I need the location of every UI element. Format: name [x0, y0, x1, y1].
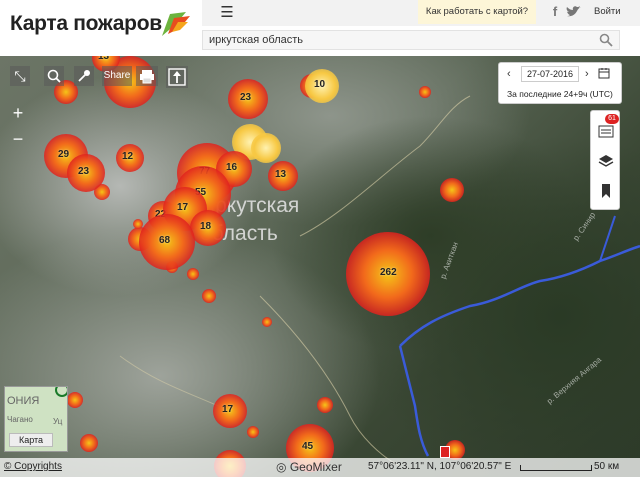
- logo-text: Карта пожаров: [10, 12, 162, 35]
- fire-marker[interactable]: [440, 178, 464, 202]
- minimap-marker: [55, 387, 67, 397]
- fires-count-badge: 61: [605, 114, 619, 124]
- date-input[interactable]: 27-07-2016: [521, 66, 579, 82]
- copyright-link[interactable]: © Copyrights: [4, 461, 62, 472]
- fire-count-label: 17: [177, 202, 189, 213]
- minimap-label[interactable]: Карта: [9, 433, 53, 447]
- search-value: иркутская область: [209, 34, 304, 46]
- fire-marker[interactable]: [202, 289, 216, 303]
- fire-marker[interactable]: [262, 317, 272, 327]
- header: Карта пожаров ☰ Как работать с картой? f…: [0, 0, 640, 56]
- map-search-icon[interactable]: [44, 66, 64, 86]
- howto-button[interactable]: Как работать с картой?: [418, 0, 536, 24]
- fire-count-label: 13: [275, 169, 287, 180]
- minimap-text-3: Уц: [53, 417, 63, 426]
- fire-count-label: 45: [302, 441, 314, 452]
- bottom-bar: © Copyrights ◎ GeoMixer 57°06'23.11" N, …: [0, 458, 640, 477]
- fire-marker[interactable]: [67, 392, 83, 408]
- hamburger-menu-icon[interactable]: ☰: [218, 4, 236, 22]
- fire-list-icon[interactable]: [598, 123, 614, 139]
- date-next-button[interactable]: ›: [585, 68, 595, 80]
- fire-count-label: 18: [200, 221, 212, 232]
- fire-count-label: 12: [122, 151, 134, 162]
- fire-count-label: 17: [222, 404, 234, 415]
- upload-icon[interactable]: [166, 66, 188, 88]
- layers-icon[interactable]: [598, 153, 614, 169]
- zoom-in-button[interactable]: +: [8, 104, 28, 124]
- top-bar: ☰ Как работать с картой? f Войти: [202, 0, 640, 26]
- fire-marker[interactable]: [187, 268, 199, 280]
- fire-marker[interactable]: [80, 434, 98, 452]
- pin-icon[interactable]: [74, 66, 94, 86]
- fire-marker[interactable]: [419, 86, 431, 98]
- date-prev-button[interactable]: ‹: [507, 68, 517, 80]
- side-panel: 61: [590, 110, 620, 210]
- login-link[interactable]: Войти: [594, 6, 621, 17]
- search-input[interactable]: иркутская область: [202, 30, 620, 50]
- fire-map[interactable]: Иркутская область р. Акиткан р. Синир р.…: [0, 56, 640, 477]
- minimap-text-1: ОНИЯ: [7, 395, 40, 407]
- search-icon[interactable]: [599, 33, 613, 47]
- fire-count-label: 262: [380, 267, 397, 278]
- scale-label: 50 км: [594, 461, 620, 472]
- fire-count-label: 10: [314, 79, 326, 90]
- document-marker-icon[interactable]: [440, 446, 450, 458]
- fire-count-label: 16: [226, 162, 238, 173]
- fire-marker[interactable]: [317, 397, 333, 413]
- calendar-icon[interactable]: [598, 67, 610, 79]
- fire-count-label: 13: [98, 56, 110, 62]
- fire-count-label: 23: [78, 166, 90, 177]
- minimap-text-2: Чагано: [7, 415, 33, 424]
- zoom-out-button[interactable]: −: [8, 130, 28, 150]
- geomixer-logo: ◎ GeoMixer: [276, 460, 342, 474]
- river-line: [399, 244, 640, 347]
- fire-marker[interactable]: [247, 426, 259, 438]
- logo[interactable]: Карта пожаров: [0, 0, 200, 56]
- fire-flag-icon: [162, 12, 190, 36]
- minimap[interactable]: ОНИЯ Чагано Уц Карта: [4, 386, 68, 452]
- date-panel: ‹ 27-07-2016 › За последние 24+9ч (UTC): [498, 62, 622, 104]
- fire-marker[interactable]: [251, 133, 281, 163]
- share-button[interactable]: Share: [102, 66, 132, 86]
- twitter-icon[interactable]: [566, 4, 582, 20]
- print-icon[interactable]: [136, 66, 158, 86]
- app: Карта пожаров ☰ Как работать с картой? f…: [0, 0, 640, 477]
- bookmark-icon[interactable]: [598, 183, 614, 199]
- fire-count-label: 23: [240, 92, 252, 103]
- fire-count-label: 68: [159, 235, 171, 246]
- scale-bar: [520, 465, 592, 471]
- date-period: За последние 24+9ч (UTC): [507, 89, 613, 99]
- geomixer-text: GeoMixer: [289, 460, 342, 474]
- facebook-icon[interactable]: f: [549, 4, 561, 20]
- expand-icon[interactable]: ⤡: [10, 66, 30, 86]
- coordinates-readout[interactable]: 57°06'23.11" N, 107°06'20.57" E: [368, 461, 511, 472]
- fire-count-label: 29: [58, 149, 70, 160]
- map-overlay: [119, 95, 640, 467]
